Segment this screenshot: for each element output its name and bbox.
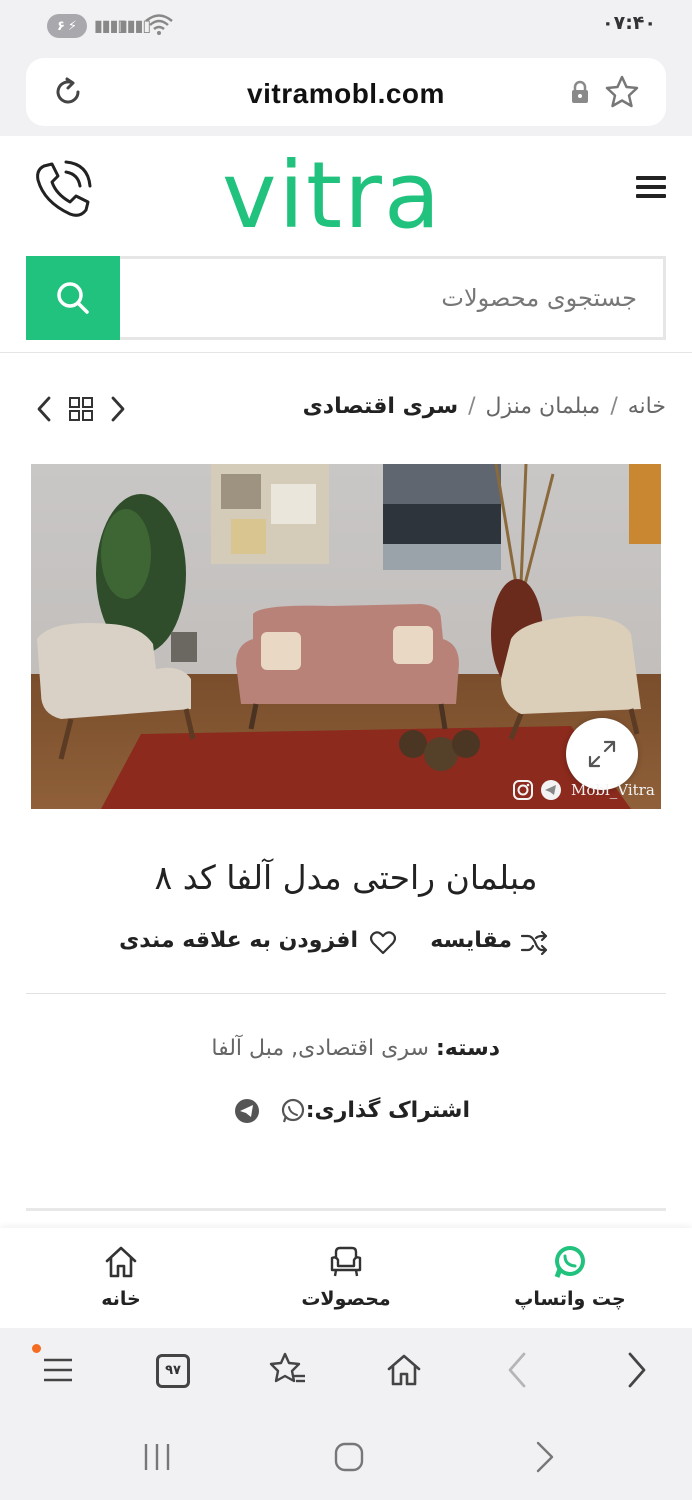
- breadcrumb-separator: /: [468, 394, 476, 419]
- notification-dot: [32, 1344, 41, 1353]
- breadcrumb-home[interactable]: خانه: [628, 394, 666, 419]
- product-categories: دسته: سری اقتصادی, مبل آلفا: [211, 1036, 500, 1061]
- category-label: دسته:: [435, 1036, 500, 1061]
- grid-icon[interactable]: [68, 396, 94, 422]
- instagram-icon: [513, 780, 533, 800]
- breadcrumb-category[interactable]: مبلمان منزل: [486, 394, 601, 419]
- site-bottom-nav: چت واتساپ محصولات خانه: [0, 1228, 692, 1328]
- product-search: [26, 256, 666, 340]
- whatsapp-chat-label: چت واتساپ: [514, 1288, 626, 1310]
- sofa-icon: [330, 1246, 362, 1277]
- hamburger-menu-icon[interactable]: [636, 176, 666, 202]
- share-label: اشتراک گذاری:: [305, 1098, 470, 1123]
- divider: [26, 1208, 666, 1211]
- bookmarks-star-icon[interactable]: [268, 1350, 308, 1390]
- shuffle-compare-icon[interactable]: [520, 930, 548, 956]
- forward-icon[interactable]: [616, 1350, 656, 1390]
- battery-indicator: ۶ ⚡: [47, 14, 87, 38]
- products-nav-label: محصولات: [301, 1288, 391, 1310]
- recent-apps-icon[interactable]: [140, 1440, 174, 1474]
- phone-icon[interactable]: [30, 158, 96, 224]
- clock: ۰۷:۴۰: [602, 12, 656, 34]
- expand-icon: [588, 740, 616, 768]
- whatsapp-chat-button[interactable]: چت واتساپ: [490, 1228, 650, 1328]
- site-logo[interactable]: vitra: [222, 142, 442, 249]
- breadcrumb-current: سری اقتصادی: [302, 394, 459, 419]
- status-bar: ۶ ⚡ ▮▮▮▯ ▮▮▮▯ ۰۷:۴۰: [0, 0, 692, 52]
- address-bar[interactable]: vitramobl.com: [26, 58, 666, 126]
- divider: [0, 352, 692, 353]
- bookmark-star-icon[interactable]: [604, 74, 640, 110]
- telegram-share-icon[interactable]: [234, 1098, 260, 1124]
- wifi-icon: [145, 14, 173, 35]
- battery-level: ۶: [56, 18, 65, 34]
- charging-icon: ⚡: [67, 18, 78, 34]
- browser-menu-icon[interactable]: [38, 1350, 78, 1390]
- product-title: مبلمان راحتی مدل آلفا کد ۸: [154, 858, 538, 897]
- add-to-wishlist-button[interactable]: افزودن به علاقه مندی: [119, 928, 358, 953]
- site-header: vitra: [0, 136, 692, 249]
- divider: [26, 993, 666, 994]
- tabs-button[interactable]: ۹۷: [156, 1354, 190, 1388]
- system-navigation-bar: [0, 1414, 692, 1500]
- breadcrumb: خانه / مبلمان منزل / سری اقتصادی: [303, 394, 666, 419]
- category-links[interactable]: سری اقتصادی, مبل آلفا: [211, 1036, 429, 1061]
- home-button-icon[interactable]: [332, 1440, 366, 1474]
- chevron-left-icon[interactable]: [34, 394, 56, 424]
- back-icon[interactable]: [498, 1350, 538, 1390]
- expand-image-button[interactable]: [566, 718, 638, 790]
- home-icon: [105, 1246, 137, 1278]
- search-button[interactable]: [26, 256, 120, 340]
- lock-icon[interactable]: [570, 80, 590, 104]
- whatsapp-icon: [554, 1246, 585, 1278]
- share-row: اشتراک گذاری:: [0, 1096, 692, 1130]
- compare-button[interactable]: مقایسه: [430, 928, 512, 953]
- system-back-icon[interactable]: [528, 1440, 562, 1474]
- home-nav-button[interactable]: خانه: [41, 1228, 201, 1328]
- products-nav-button[interactable]: محصولات: [266, 1228, 426, 1328]
- whatsapp-share-icon[interactable]: [280, 1098, 306, 1124]
- browser-address-area: vitramobl.com: [0, 52, 692, 136]
- telegram-icon: [541, 780, 561, 800]
- browser-toolbar: ۹۷: [0, 1328, 692, 1414]
- home-nav-label: خانه: [101, 1288, 141, 1310]
- heart-icon[interactable]: [370, 930, 396, 956]
- browser-home-icon[interactable]: [384, 1350, 424, 1390]
- search-input[interactable]: [120, 256, 666, 340]
- search-icon: [57, 282, 89, 314]
- image-watermark: Mobl_Vitra: [571, 781, 655, 799]
- breadcrumb-separator: /: [610, 394, 618, 419]
- chevron-right-icon[interactable]: [106, 394, 128, 424]
- product-actions: افزودن به علاقه مندی مقایسه: [0, 926, 692, 966]
